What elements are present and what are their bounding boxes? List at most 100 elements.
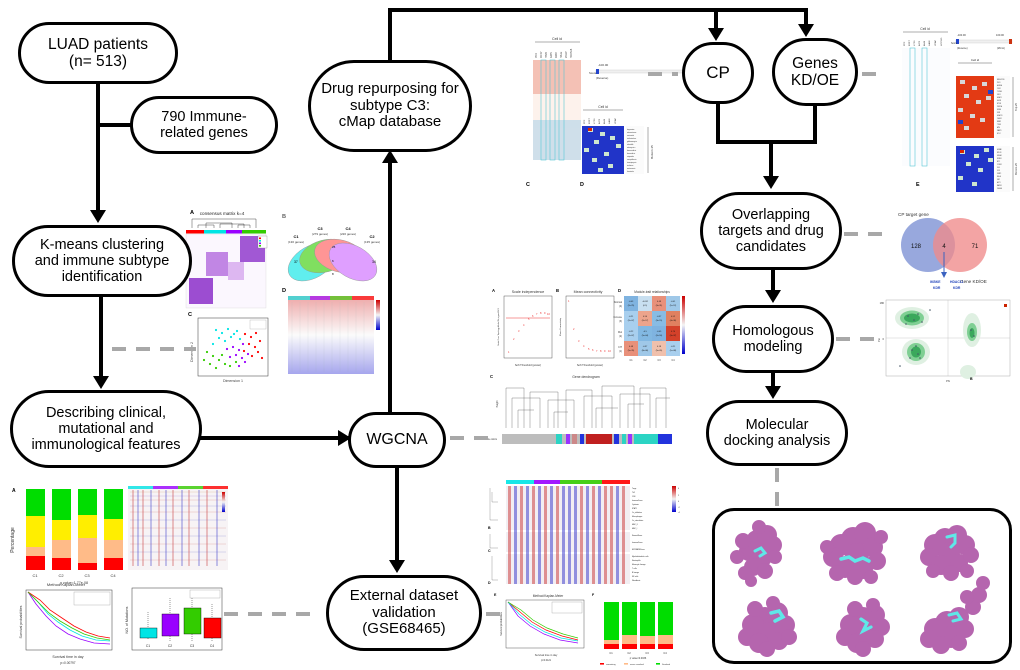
svg-text:Soft Threshold (power): Soft Threshold (power) bbox=[577, 363, 603, 367]
node-cp[interactable]: CP bbox=[682, 42, 754, 104]
svg-text:HA1E: HA1E bbox=[608, 118, 611, 124]
node-external-validation[interactable]: External dataset validation (GSE68465) bbox=[326, 575, 482, 651]
panel-mutation-heatmap bbox=[128, 486, 228, 570]
svg-text:A549: A549 bbox=[923, 40, 926, 46]
svg-text:C3: C3 bbox=[190, 644, 194, 648]
svg-text:T cells: T cells bbox=[632, 568, 637, 570]
node-overlapping-targets[interactable]: Overlapping targets and drug candidates bbox=[700, 192, 842, 270]
svg-text:(4): (4) bbox=[619, 305, 622, 308]
svg-text:Bottom 25: Bottom 25 bbox=[650, 145, 654, 159]
svg-text:MHC_II: MHC_II bbox=[632, 524, 638, 526]
svg-text:Tregs: Tregs bbox=[632, 487, 636, 490]
svg-text:C: C bbox=[526, 182, 530, 188]
svg-text:Dimension 2: Dimension 2 bbox=[190, 342, 194, 362]
svg-text:D: D bbox=[282, 288, 286, 294]
svg-text:StromalScore: StromalScore bbox=[632, 534, 642, 537]
svg-text:-100.00: -100.00 bbox=[598, 63, 609, 67]
svg-text:D: D bbox=[580, 182, 584, 188]
svg-text:(220 genes): (220 genes) bbox=[340, 232, 356, 236]
svg-text:(2e-16): (2e-16) bbox=[656, 335, 663, 337]
svg-text:p=0.0121: p=0.0121 bbox=[541, 659, 552, 662]
panel-immune-heatmap: TregsTh2 CD8ImmuneScore CytotoxicSTAT1 C… bbox=[488, 480, 681, 585]
svg-text:(130 genes): (130 genes) bbox=[288, 240, 304, 244]
panel-kdoe-heatmap-e: E Cell id PC3 MCF7 HT29 A375 A549 HA1E V… bbox=[902, 27, 1018, 192]
svg-text:SRC: SRC bbox=[997, 179, 1000, 181]
connector-wgcna-external bbox=[395, 466, 399, 562]
node-immune-genes[interactable]: 790 Immune- related genes bbox=[130, 96, 278, 154]
node-describing-features[interactable]: Describing clinical, mutational and immu… bbox=[10, 390, 202, 468]
panel-mds-scatter: C Dimension 2 Dimension 1 bbox=[188, 312, 269, 383]
svg-text:IKBKE: IKBKE bbox=[930, 280, 941, 284]
svg-text:EGFR: EGFR bbox=[997, 100, 1001, 102]
svg-text:128: 128 bbox=[911, 244, 922, 250]
svg-text:never smoked: never smoked bbox=[630, 663, 645, 666]
workflow-canvas: consensus matrix k=4 A C Dimension 2 Dim… bbox=[0, 0, 1020, 670]
svg-text:remaining: remaining bbox=[606, 663, 616, 666]
connector-top-bus bbox=[388, 8, 808, 12]
node-wgcna[interactable]: WGCNA bbox=[348, 412, 446, 468]
svg-text:A375: A375 bbox=[550, 52, 553, 58]
node-kmeans-clustering[interactable]: K-means clustering and immune subtype id… bbox=[12, 225, 192, 297]
connector-merge-bar bbox=[716, 140, 817, 144]
svg-text:-100.00: -100.00 bbox=[957, 33, 966, 37]
dashed-link-wgcna-panels bbox=[450, 436, 490, 440]
svg-text:2: 2 bbox=[678, 495, 680, 497]
svg-text:Dimension 1: Dimension 1 bbox=[223, 379, 243, 383]
svg-text:E: E bbox=[916, 182, 920, 188]
arrow-to-docking bbox=[765, 386, 781, 399]
svg-text:Co_stimulation: Co_stimulation bbox=[632, 519, 643, 522]
node-drug-repurposing[interactable]: Drug repurposing for subtype C3: cMap da… bbox=[308, 60, 472, 152]
connector-cp-down bbox=[716, 104, 720, 140]
svg-text:A549: A549 bbox=[555, 52, 558, 58]
svg-text:CCND1: CCND1 bbox=[997, 164, 1002, 166]
panel-wgcna-mean-connectivity: B Mean connectivity 123 45 6 789 10 Soft … bbox=[556, 288, 615, 367]
panel-consensus-matrix: consensus matrix k=4 A bbox=[185, 210, 268, 309]
svg-text:(2e-07): (2e-07) bbox=[628, 320, 635, 322]
svg-text:(5e-05): (5e-05) bbox=[656, 350, 663, 352]
svg-text:VCAP: VCAP bbox=[934, 40, 937, 46]
svg-text:Immune: Immune bbox=[613, 316, 622, 319]
svg-text:PC3: PC3 bbox=[535, 53, 538, 58]
node-molecular-docking[interactable]: Molecular docking analysis bbox=[706, 400, 848, 466]
svg-text:C: C bbox=[188, 312, 192, 318]
svg-text:Cell id: Cell id bbox=[552, 37, 562, 41]
svg-text:Top 25: Top 25 bbox=[1014, 103, 1018, 111]
svg-text:C1: C1 bbox=[609, 651, 613, 655]
svg-text:Mut: Mut bbox=[618, 331, 622, 334]
svg-text:Cell id: Cell id bbox=[598, 105, 608, 109]
node-luad-patients[interactable]: LUAD patients (n= 513) bbox=[18, 22, 178, 84]
arrow-to-genes bbox=[798, 24, 814, 37]
svg-text:NFKB1: NFKB1 bbox=[997, 158, 1002, 160]
svg-text:KDR: KDR bbox=[953, 286, 961, 290]
svg-text:Myeloid dendritic cells: Myeloid dendritic cells bbox=[632, 555, 649, 558]
svg-text:JUN: JUN bbox=[997, 167, 1000, 169]
svg-text:HCC515: HCC515 bbox=[570, 48, 573, 58]
svg-text:(0.5): (0.5) bbox=[643, 305, 647, 307]
svg-text:KDR: KDR bbox=[997, 112, 1000, 114]
svg-text:(2): (2) bbox=[619, 335, 622, 338]
svg-text:D: D bbox=[488, 581, 491, 585]
svg-text:B lineage: B lineage bbox=[632, 572, 639, 574]
svg-text:Percentage: Percentage bbox=[10, 527, 16, 553]
svg-text:p value=0.0036: p value=0.0036 bbox=[630, 657, 647, 660]
svg-text:(5e-04): (5e-04) bbox=[642, 335, 649, 337]
svg-text:HA1E: HA1E bbox=[928, 40, 931, 46]
svg-text:8: 8 bbox=[332, 272, 334, 276]
svg-text:C1: C1 bbox=[293, 234, 299, 239]
svg-text:C3: C3 bbox=[317, 226, 323, 231]
svg-text:D: D bbox=[618, 288, 621, 293]
svg-text:C: C bbox=[490, 374, 493, 379]
svg-text:B: B bbox=[970, 377, 973, 381]
node-homologous-modeling[interactable]: Homologous modeling bbox=[712, 305, 834, 373]
svg-text:(1): (1) bbox=[619, 350, 622, 353]
svg-text:CD8: CD8 bbox=[632, 496, 635, 498]
svg-text:Smoked: Smoked bbox=[662, 664, 671, 666]
svg-text:(3): (3) bbox=[619, 320, 622, 323]
panel-cmap-bottom25-d: D Cell id PC3 MCF7 HT29 A375 A549 HA1E V… bbox=[580, 105, 654, 188]
docking-structure-3 bbox=[920, 525, 979, 581]
connector-wgcna-drug bbox=[388, 160, 392, 414]
svg-text:25: 25 bbox=[332, 245, 336, 249]
svg-text:180: 180 bbox=[880, 301, 885, 305]
node-genes-kdoe[interactable]: Genes KD/OE bbox=[772, 38, 858, 106]
svg-text:alvocidib: alvocidib bbox=[627, 144, 633, 146]
